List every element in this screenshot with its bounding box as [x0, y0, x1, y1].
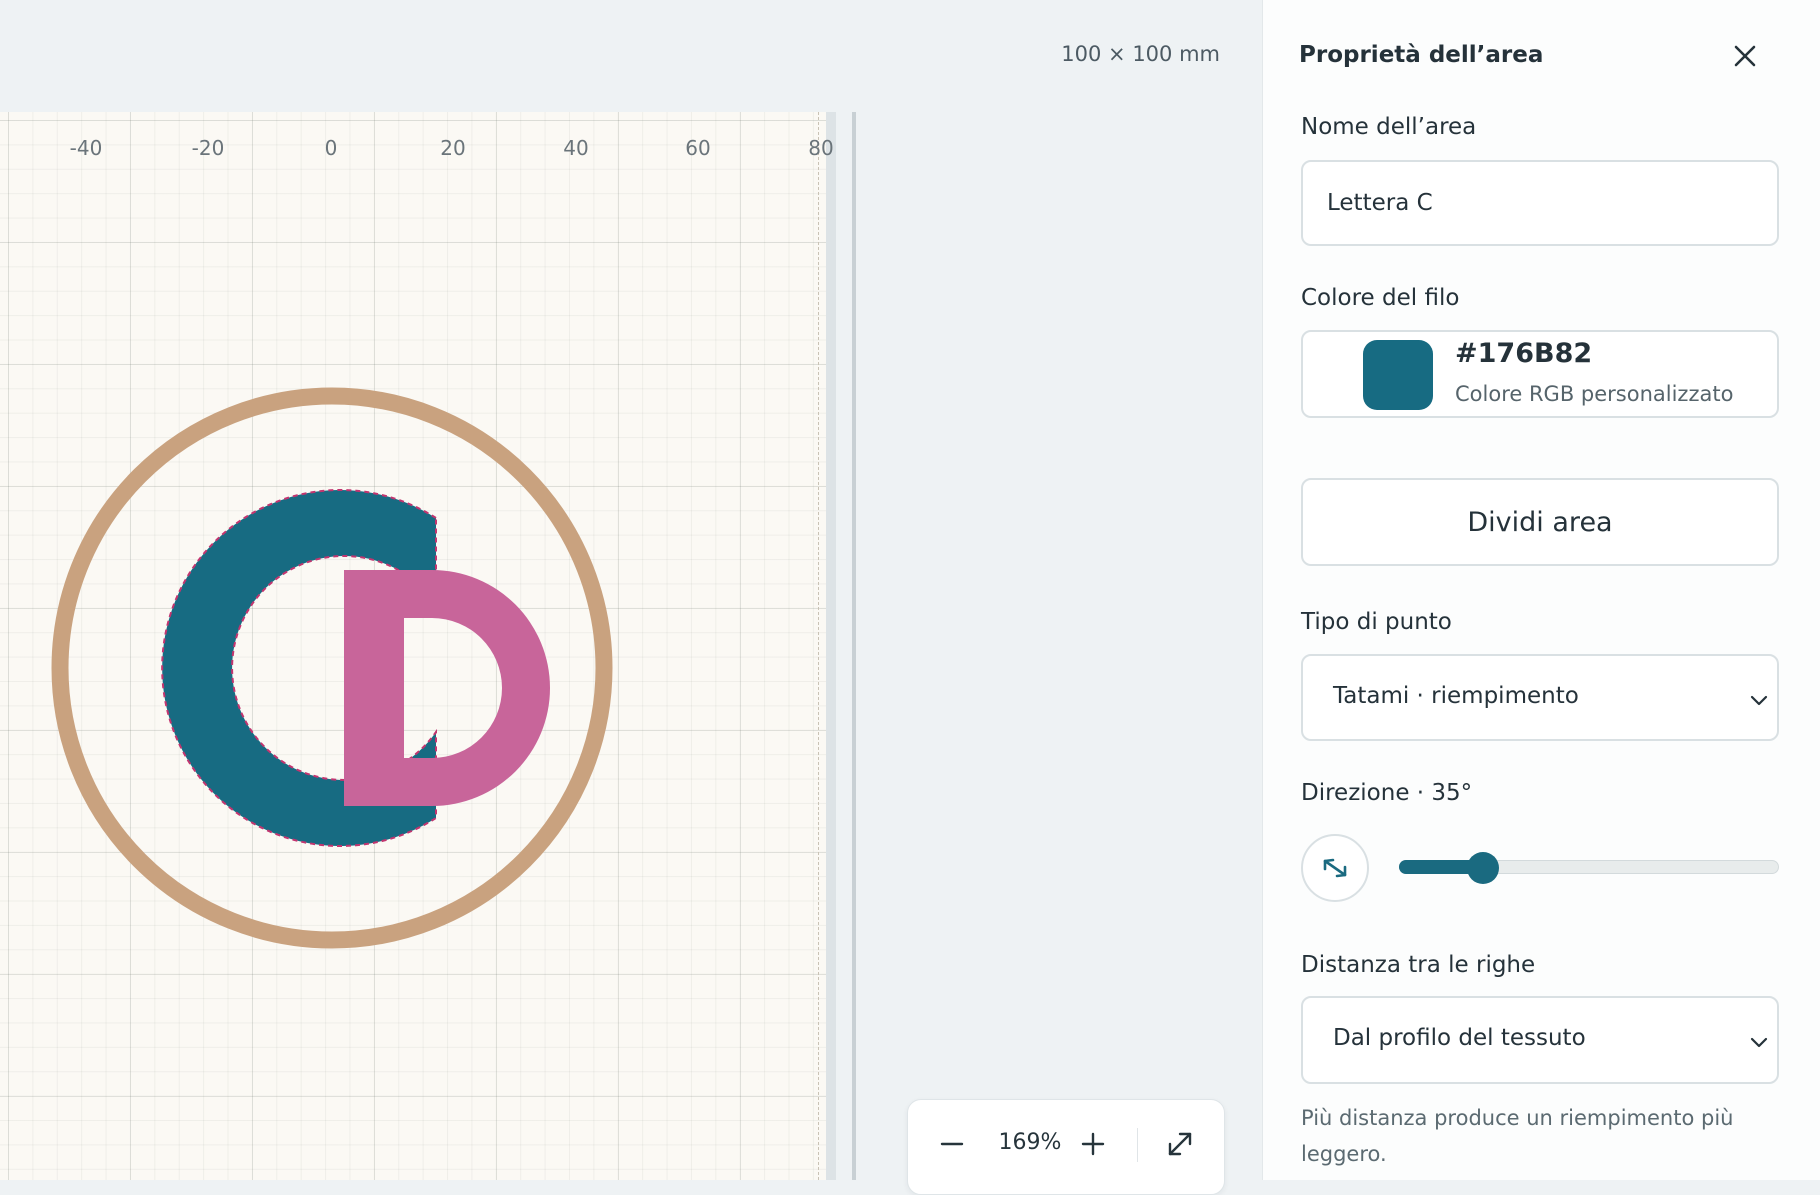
- sheet-edge-shadow: [852, 112, 856, 1180]
- ruler-tick-label: -40: [69, 136, 103, 160]
- sheet-edge: [826, 112, 836, 1180]
- row-spacing-select[interactable]: Dal profilo del tessuto: [1301, 996, 1779, 1084]
- zoom-level: 169%: [998, 1130, 1062, 1155]
- ruler-tick-label: 60: [685, 136, 711, 160]
- slider-thumb[interactable]: [1466, 852, 1499, 884]
- ruler-tick-label: 0: [324, 136, 338, 160]
- diagonal-arrows-icon: [1323, 858, 1347, 878]
- ruler-tick-label: 80: [808, 136, 834, 160]
- zoom-toolbar: 169%: [907, 1099, 1225, 1195]
- area-name-field-wrapper: [1301, 160, 1779, 246]
- color-description: Colore RGB personalizzato: [1455, 382, 1734, 406]
- plus-icon: [1081, 1132, 1105, 1156]
- stitch-type-select[interactable]: Tatami · riempimento: [1301, 654, 1779, 741]
- area-name-label: Nome dell’area: [1301, 114, 1477, 140]
- color-hex-value: #176B82: [1455, 338, 1593, 369]
- zoom-in-button[interactable]: [1073, 1124, 1113, 1164]
- chevron-down-icon: [1750, 695, 1768, 706]
- ruler-tick-label: 20: [440, 136, 466, 160]
- ruler-tick-label: -20: [191, 136, 225, 160]
- hoop-boundary-line: [818, 112, 819, 1180]
- stitch-type-label: Tipo di punto: [1301, 609, 1452, 635]
- design-sheet[interactable]: [0, 112, 826, 1180]
- direction-label: Direzione · 35°: [1301, 780, 1473, 806]
- area-name-input[interactable]: [1303, 162, 1777, 244]
- sheet-grid: [0, 112, 826, 1180]
- panel-title: Proprietà dell’area: [1299, 42, 1544, 68]
- expand-icon: [1168, 1132, 1192, 1156]
- row-spacing-label: Distanza tra le righe: [1301, 952, 1536, 978]
- color-swatch[interactable]: [1363, 340, 1433, 410]
- thread-color-label: Colore del filo: [1301, 285, 1460, 311]
- stitch-type-value: Tatami · riempimento: [1333, 683, 1579, 709]
- canvas-dimensions: 100 × 100 mm: [1061, 42, 1220, 66]
- direction-toggle-button[interactable]: [1301, 834, 1369, 902]
- ruler-tick-label: 40: [563, 136, 589, 160]
- thread-color-picker[interactable]: #176B82 Colore RGB personalizzato: [1301, 330, 1779, 418]
- direction-slider[interactable]: [1399, 850, 1779, 886]
- toolbar-divider: [1137, 1128, 1138, 1162]
- fit-to-screen-button[interactable]: [1160, 1124, 1200, 1164]
- area-properties-panel: Proprietà dell’area Nome dell’area Color…: [1262, 0, 1820, 1180]
- row-spacing-hint: Più distanza produce un riempimento più …: [1301, 1106, 1734, 1166]
- split-area-button[interactable]: Dividi area: [1301, 478, 1779, 566]
- minus-icon: [940, 1142, 964, 1146]
- chevron-down-icon: [1750, 1037, 1768, 1048]
- close-panel-button[interactable]: [1725, 36, 1765, 76]
- close-icon: [1734, 45, 1756, 67]
- row-spacing-value: Dal profilo del tessuto: [1333, 1025, 1586, 1051]
- zoom-out-button[interactable]: [932, 1124, 972, 1164]
